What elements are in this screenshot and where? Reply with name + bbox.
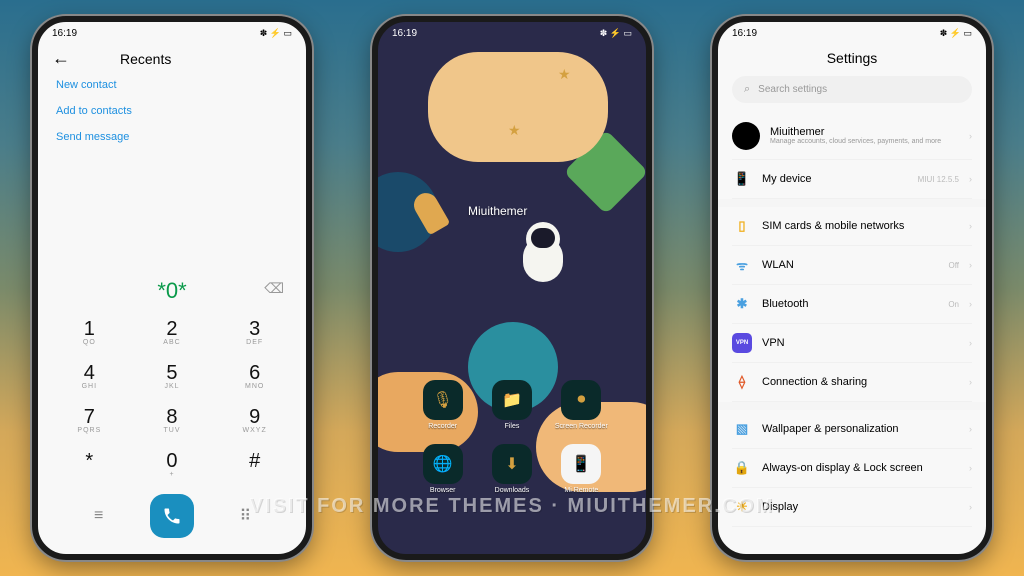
chevron-right-icon: › xyxy=(969,502,972,512)
settings-value: On xyxy=(948,300,959,309)
keypad-key-8[interactable]: 8TUV xyxy=(131,398,214,442)
keypad-key-3[interactable]: 3DEF xyxy=(213,310,296,354)
screen-title: Settings xyxy=(718,44,986,76)
phone-dialer: 16:19 ✽ ⚡ ▭ ← Recents New contact Add to … xyxy=(32,16,312,560)
settings-row-always-on-display-lock-screen[interactable]: 🔒 Always-on display & Lock screen › xyxy=(732,449,972,488)
call-button[interactable] xyxy=(150,494,194,538)
recents-menu-item[interactable]: New contact xyxy=(56,79,288,91)
app-mi-remote[interactable]: 📱 Mi Remote xyxy=(547,444,616,494)
recents-menu-item[interactable]: Add to contacts xyxy=(56,105,288,117)
app-screen-recorder[interactable]: ⏺ Screen Recorder xyxy=(547,380,616,430)
backspace-icon[interactable]: ⌫ xyxy=(264,280,284,297)
chevron-right-icon: › xyxy=(969,424,972,434)
settings-row-sim-cards-mobile-networks[interactable]: ▯ SIM cards & mobile networks › xyxy=(732,207,972,246)
app-label: Files xyxy=(505,423,520,430)
settings-label: Connection & sharing xyxy=(762,376,959,388)
chevron-right-icon: › xyxy=(969,338,972,348)
phone-homescreen: ★ ★ 16:19 ✽ ⚡ ▭ Miuithemer 🎙Recorder📁Fil… xyxy=(372,16,652,560)
watermark-text: Miuithemer xyxy=(468,204,527,218)
status-time: 16:19 xyxy=(732,28,757,39)
settings-icon: 🔒 xyxy=(732,458,752,478)
back-arrow-icon[interactable]: ← xyxy=(52,48,120,69)
settings-icon: ᯤ xyxy=(732,255,752,275)
account-sub: Manage accounts, cloud services, payment… xyxy=(770,138,959,146)
app-icon: ⬇ xyxy=(492,444,532,484)
avatar xyxy=(732,122,760,150)
app-icon: 📁 xyxy=(492,380,532,420)
search-input[interactable]: ⌕ Search settings xyxy=(732,76,972,103)
app-files[interactable]: 📁 Files xyxy=(477,380,546,430)
settings-label: Wallpaper & personalization xyxy=(762,423,959,435)
settings-icon: ▧ xyxy=(732,419,752,439)
settings-row-bluetooth[interactable]: ✱ Bluetooth On › xyxy=(732,285,972,324)
settings-icon: ☀ xyxy=(732,497,752,517)
settings-label: VPN xyxy=(762,337,959,349)
account-row[interactable]: Miuithemer Manage accounts, cloud servic… xyxy=(732,113,972,160)
settings-row-wallpaper-personalization[interactable]: ▧ Wallpaper & personalization › xyxy=(732,410,972,449)
settings-row-my-device[interactable]: 📱 My device MIUI 12.5.5 › xyxy=(732,160,972,199)
app-icon: ⏺ xyxy=(561,380,601,420)
app-icon: 🎙 xyxy=(423,380,463,420)
settings-row-vpn[interactable]: VPN VPN › xyxy=(732,324,972,363)
settings-value: MIUI 12.5.5 xyxy=(918,175,959,184)
status-icons: ✽ ⚡ ▭ xyxy=(940,28,972,39)
recents-menu-item[interactable]: Send message xyxy=(56,131,288,143)
chevron-right-icon: › xyxy=(969,174,972,184)
app-downloads[interactable]: ⬇ Downloads xyxy=(477,444,546,494)
screen-title: Recents xyxy=(120,51,171,67)
keypad-key-2[interactable]: 2ABC xyxy=(131,310,214,354)
settings-label: My device xyxy=(762,173,908,185)
chevron-right-icon: › xyxy=(969,131,972,141)
account-name: Miuithemer xyxy=(770,126,959,138)
app-label: Mi Remote xyxy=(564,487,598,494)
app-label: Browser xyxy=(430,487,456,494)
app-browser[interactable]: 🌐 Browser xyxy=(408,444,477,494)
status-bar: 16:19 ✽ ⚡ ▭ xyxy=(38,22,306,44)
settings-icon: VPN xyxy=(732,333,752,353)
keypad-key-*[interactable]: * xyxy=(48,442,131,486)
keypad-key-7[interactable]: 7PQRS xyxy=(48,398,131,442)
chevron-right-icon: › xyxy=(969,463,972,473)
app-icon: 📱 xyxy=(561,444,601,484)
search-icon: ⌕ xyxy=(744,83,750,96)
chevron-right-icon: › xyxy=(969,221,972,231)
status-time: 16:19 xyxy=(52,28,77,39)
menu-icon[interactable]: ≡ xyxy=(89,507,109,525)
app-icon: 🌐 xyxy=(423,444,463,484)
status-bar: 16:19 ✽ ⚡ ▭ xyxy=(718,22,986,44)
settings-label: SIM cards & mobile networks xyxy=(762,220,959,232)
keypad-key-0[interactable]: 0+ xyxy=(131,442,214,486)
dialed-number: *0* ⌫ xyxy=(38,272,306,310)
settings-icon: 📱 xyxy=(732,169,752,189)
settings-label: Display xyxy=(762,501,959,513)
keypad-key-9[interactable]: 9WXYZ xyxy=(213,398,296,442)
app-recorder[interactable]: 🎙 Recorder xyxy=(408,380,477,430)
app-label: Recorder xyxy=(428,423,457,430)
settings-icon: ▯ xyxy=(732,216,752,236)
settings-label: Always-on display & Lock screen xyxy=(762,462,959,474)
chevron-right-icon: › xyxy=(969,299,972,309)
settings-icon: ⟠ xyxy=(732,372,752,392)
settings-icon: ✱ xyxy=(732,294,752,314)
keypad-key-5[interactable]: 5JKL xyxy=(131,354,214,398)
keypad-key-#[interactable]: # xyxy=(213,442,296,486)
keypad-key-1[interactable]: 1QO xyxy=(48,310,131,354)
app-label: Downloads xyxy=(495,487,530,494)
chevron-right-icon: › xyxy=(969,377,972,387)
chevron-right-icon: › xyxy=(969,260,972,270)
status-icons: ✽ ⚡ ▭ xyxy=(260,28,292,39)
settings-value: Off xyxy=(948,261,959,270)
settings-row-display[interactable]: ☀ Display › xyxy=(732,488,972,527)
settings-label: WLAN xyxy=(762,259,938,271)
settings-row-connection-sharing[interactable]: ⟠ Connection & sharing › xyxy=(732,363,972,402)
keypad-key-4[interactable]: 4GHI xyxy=(48,354,131,398)
phone-settings: 16:19 ✽ ⚡ ▭ Settings ⌕ Search settings M… xyxy=(712,16,992,560)
app-label: Screen Recorder xyxy=(555,423,608,430)
dialpad-icon[interactable]: ⠿ xyxy=(235,506,255,526)
settings-row-wlan[interactable]: ᯤ WLAN Off › xyxy=(732,246,972,285)
settings-label: Bluetooth xyxy=(762,298,938,310)
search-placeholder: Search settings xyxy=(758,84,827,95)
keypad-key-6[interactable]: 6MNO xyxy=(213,354,296,398)
